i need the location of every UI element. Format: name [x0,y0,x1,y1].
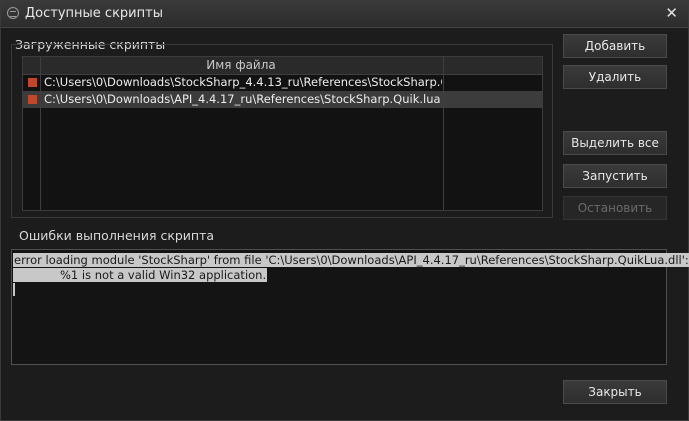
script-path: C:\Users\0\Downloads\API_4.4.17_ru\Refer… [44,92,441,106]
grid-header: Имя файла [23,57,542,75]
script-status-icon [28,78,37,87]
title-bar[interactable]: Доступные скрипты ✕ [1,1,688,28]
errors-output[interactable]: error loading module 'StockSharp' from f… [11,249,689,365]
error-line: %1 is not a valid Win32 application. [13,268,268,282]
close-icon[interactable]: ✕ [665,4,678,22]
script-path: C:\Users\0\Downloads\StockSharp_4.4.13_r… [44,75,442,89]
scripts-grid[interactable]: Имя файла C:\Users\0\Downloads\StockShar… [22,56,543,211]
text-cursor [13,283,15,296]
select-all-button[interactable]: Выделить все [563,131,667,155]
errors-label: Ошибки выполнения скрипта [19,228,215,243]
script-row[interactable]: C:\Users\0\Downloads\API_4.4.17_ru\Refer… [23,91,542,108]
grid-divider [40,57,41,210]
close-button[interactable]: Закрыть [563,380,667,404]
script-status-icon [28,95,37,104]
script-row[interactable]: C:\Users\0\Downloads\StockSharp_4.4.13_r… [23,74,542,91]
available-scripts-dialog: Доступные скрипты ✕ Загруженные скрипты … [0,0,689,421]
remove-button[interactable]: Удалить [563,65,667,89]
grid-divider [443,57,444,210]
window-title: Доступные скрипты [25,6,163,21]
run-button[interactable]: Запустить [563,164,667,188]
add-button[interactable]: Добавить [563,34,667,58]
column-header-filename[interactable]: Имя файла [40,57,442,74]
app-icon [7,7,19,19]
stop-button[interactable]: Остановить [563,196,667,220]
error-line: error loading module 'StockSharp' from f… [13,253,689,267]
